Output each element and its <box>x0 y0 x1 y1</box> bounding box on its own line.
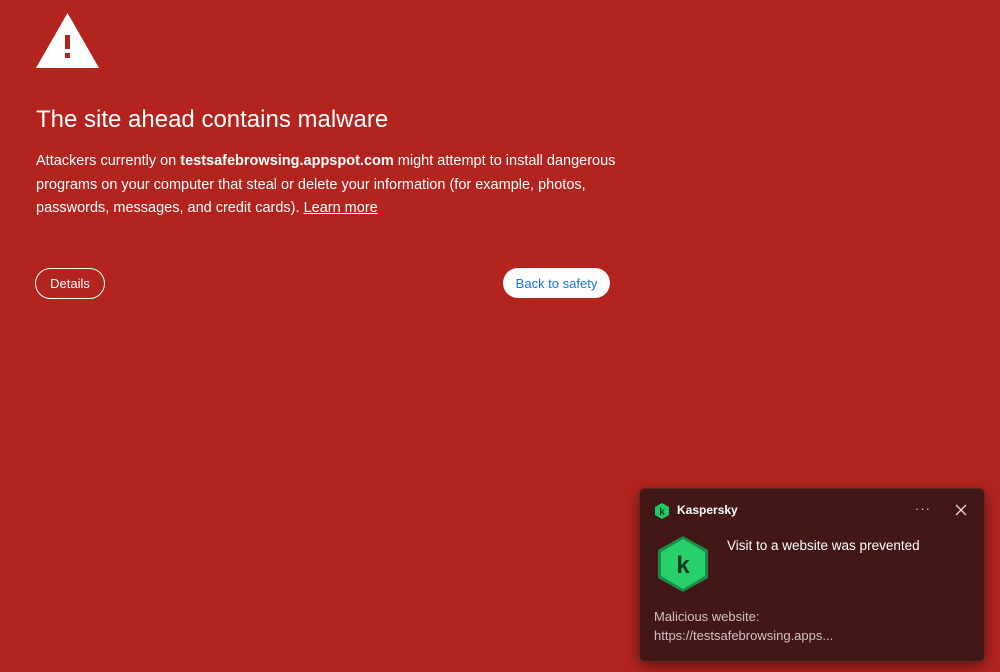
more-options-icon[interactable]: ··· <box>912 499 934 519</box>
notification-heading: Visit to a website was prevented <box>727 538 920 553</box>
notification-detail-url: https://testsafebrowsing.apps... <box>654 628 834 643</box>
close-icon[interactable] <box>951 500 971 520</box>
message-text-before: Attackers currently on <box>36 153 181 169</box>
svg-text:k: k <box>676 552 690 579</box>
details-button[interactable]: Details <box>35 268 105 299</box>
kaspersky-notification[interactable]: k Kaspersky ··· k Visit to a website was… <box>639 488 985 662</box>
malware-warning-page: The site ahead contains malware Attacker… <box>0 0 1000 672</box>
warning-triangle-icon <box>36 13 99 68</box>
kaspersky-logo-icon: k <box>658 536 708 592</box>
site-name: testsafebrowsing.appspot.com <box>180 153 394 169</box>
svg-text:k: k <box>659 507 665 518</box>
kaspersky-app-icon: k <box>655 503 669 519</box>
back-to-safety-button[interactable]: Back to safety <box>503 268 610 298</box>
notification-app-name: Kaspersky <box>677 503 738 517</box>
learn-more-link[interactable]: Learn more <box>304 200 378 216</box>
page-title: The site ahead contains malware <box>36 106 389 133</box>
warning-message: Attackers currently on testsafebrowsing.… <box>36 150 626 221</box>
notification-detail-label: Malicious website: <box>654 609 760 624</box>
